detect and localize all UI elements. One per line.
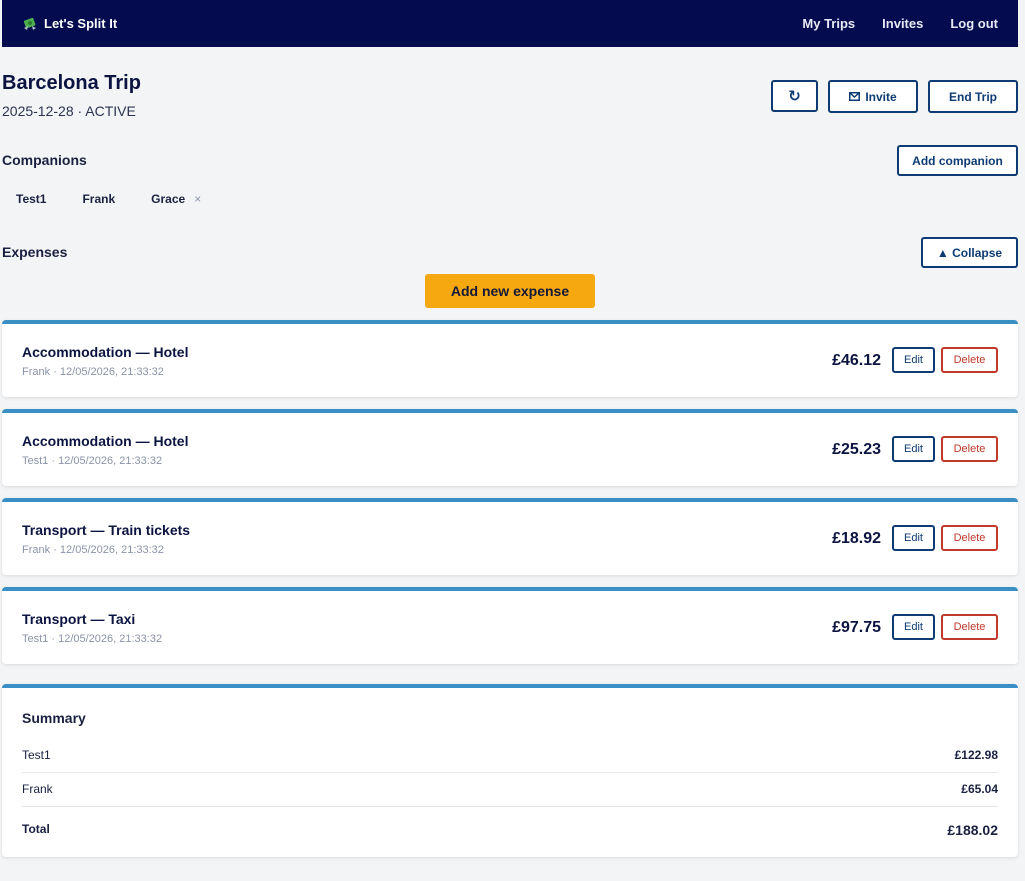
- expense-amount: £97.75: [832, 619, 881, 636]
- nav-logout[interactable]: Log out: [950, 16, 998, 31]
- edit-expense-button[interactable]: Edit: [892, 436, 935, 462]
- edit-expense-button[interactable]: Edit: [892, 525, 935, 551]
- expense-payer: Test1: [22, 633, 49, 645]
- expense-amount: £46.12: [832, 352, 881, 369]
- expense-payer: Frank: [22, 544, 51, 556]
- expense-title: Accommodation — Hotel: [22, 433, 189, 449]
- delete-expense-button[interactable]: Delete: [941, 347, 998, 373]
- summary-total-row: Total £188.02: [22, 822, 998, 838]
- summary-person: Test1: [22, 748, 51, 762]
- invite-button[interactable]: Invite: [828, 80, 918, 113]
- expense-title: Transport — Taxi: [22, 611, 136, 627]
- refresh-button[interactable]: ↻: [771, 80, 818, 112]
- top-navbar: Let's Split It My Trips Invites Log out: [2, 0, 1018, 47]
- companion-chip: Test1: [16, 192, 46, 206]
- meta-separator: ·: [53, 366, 60, 378]
- delete-expense-button[interactable]: Delete: [941, 436, 998, 462]
- companion-name: Grace: [151, 192, 186, 206]
- expense-card: Transport — Train tickets Frank · 12/05/…: [2, 498, 1018, 575]
- expense-card: Transport — Taxi Test1 · 12/05/2026, 21:…: [2, 587, 1018, 664]
- expense-meta: Test1 · 12/05/2026, 21:33:32: [22, 633, 162, 645]
- refresh-icon: ↻: [788, 88, 801, 105]
- companion-chip: Frank: [82, 192, 115, 206]
- money-wings-icon: [22, 16, 38, 32]
- companion-name: Test1: [16, 192, 47, 206]
- expense-meta: Frank · 12/05/2026, 21:33:32: [22, 366, 164, 378]
- expense-title: Accommodation — Hotel: [22, 344, 189, 360]
- delete-expense-button[interactable]: Delete: [941, 525, 998, 551]
- expense-timestamp: 12/05/2026, 21:33:32: [59, 366, 164, 378]
- companion-list: Test1 Frank Grace ×: [16, 192, 237, 206]
- summary-amount: £65.04: [961, 782, 998, 796]
- expense-meta: Frank · 12/05/2026, 21:33:32: [22, 544, 164, 556]
- total-amount: £188.02: [947, 822, 998, 838]
- nav-my-trips[interactable]: My Trips: [802, 16, 855, 31]
- add-companion-button[interactable]: Add companion: [897, 145, 1018, 176]
- remove-companion-icon[interactable]: ×: [194, 192, 201, 206]
- edit-expense-button[interactable]: Edit: [892, 614, 935, 640]
- page-title: Barcelona Trip: [2, 72, 141, 94]
- expense-amount: £18.92: [832, 530, 881, 547]
- brand[interactable]: Let's Split It: [22, 16, 117, 32]
- page: Let's Split It My Trips Invites Log out …: [0, 0, 1025, 881]
- delete-expense-button[interactable]: Delete: [941, 614, 998, 640]
- invite-label: Invite: [865, 89, 897, 104]
- summary-heading: Summary: [22, 710, 86, 726]
- expenses-heading: Expenses: [2, 244, 68, 260]
- companions-heading: Companions: [2, 152, 87, 168]
- divider: [22, 772, 998, 773]
- expense-meta: Test1 · 12/05/2026, 21:33:32: [22, 455, 162, 467]
- divider: [22, 806, 998, 807]
- nav-invites[interactable]: Invites: [882, 16, 923, 31]
- add-expense-button[interactable]: Add new expense: [425, 274, 595, 308]
- companion-name: Frank: [82, 192, 116, 206]
- end-trip-button[interactable]: End Trip: [928, 80, 1018, 113]
- expense-payer: Frank: [22, 366, 51, 378]
- expense-amount: £25.23: [832, 441, 881, 458]
- expense-timestamp: 12/05/2026, 21:33:32: [58, 633, 163, 645]
- summary-row: Frank £65.04: [22, 782, 998, 796]
- trip-meta: 2025-12-28 · ACTIVE: [2, 103, 136, 119]
- companion-chip: Grace ×: [151, 192, 201, 206]
- expense-card: Accommodation — Hotel Test1 · 12/05/2026…: [2, 409, 1018, 486]
- summary-card: Summary Test1 £122.98 Frank £65.04 Total…: [2, 684, 1018, 857]
- expense-payer: Test1: [22, 455, 49, 467]
- summary-person: Frank: [22, 782, 53, 796]
- envelope-icon: [849, 90, 861, 104]
- nav-links: My Trips Invites Log out: [802, 16, 998, 31]
- total-label: Total: [22, 822, 50, 836]
- expense-title: Transport — Train tickets: [22, 522, 191, 538]
- summary-row: Test1 £122.98: [22, 748, 998, 762]
- collapse-button[interactable]: ▲ Collapse: [921, 237, 1018, 268]
- expense-timestamp: 12/05/2026, 21:33:32: [58, 455, 163, 467]
- meta-separator: ·: [53, 544, 60, 556]
- brand-name: Let's Split It: [44, 16, 118, 31]
- expense-card: Accommodation — Hotel Frank · 12/05/2026…: [2, 320, 1018, 397]
- edit-expense-button[interactable]: Edit: [892, 347, 935, 373]
- summary-amount: £122.98: [954, 748, 998, 762]
- expense-timestamp: 12/05/2026, 21:33:32: [59, 544, 164, 556]
